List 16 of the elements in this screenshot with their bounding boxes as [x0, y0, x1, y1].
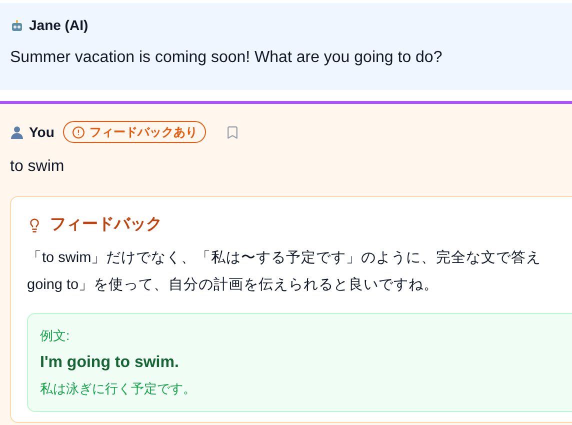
robot-icon: [10, 18, 24, 32]
message-text: to swim: [10, 157, 66, 177]
feedback-badge: フィードバックあり: [63, 121, 206, 143]
example-translation: 私は泳ぎに行く予定です。: [40, 380, 197, 398]
person-icon: [10, 125, 24, 139]
message-text: Summer vacation is coming soon! What are you going to do?: [10, 48, 444, 68]
bookmark-button[interactable]: [225, 124, 240, 140]
sender-name: You: [29, 122, 54, 142]
alert-icon: [72, 126, 86, 138]
feedback-text: 「to swim」だけでなく、「私は〜する予定です」のように、完全な文で答え: [27, 248, 542, 268]
feedback-text: going to」を使って、自分の計画を伝えられると良いですね。: [27, 276, 440, 295]
feedback-title: フィードバック: [50, 215, 162, 235]
sender-name: Jane (AI): [29, 16, 88, 35]
example-sentence: I'm going to swim.: [40, 352, 180, 372]
lightbulb-icon: [27, 218, 42, 232]
example-label: 例文:: [40, 327, 71, 345]
